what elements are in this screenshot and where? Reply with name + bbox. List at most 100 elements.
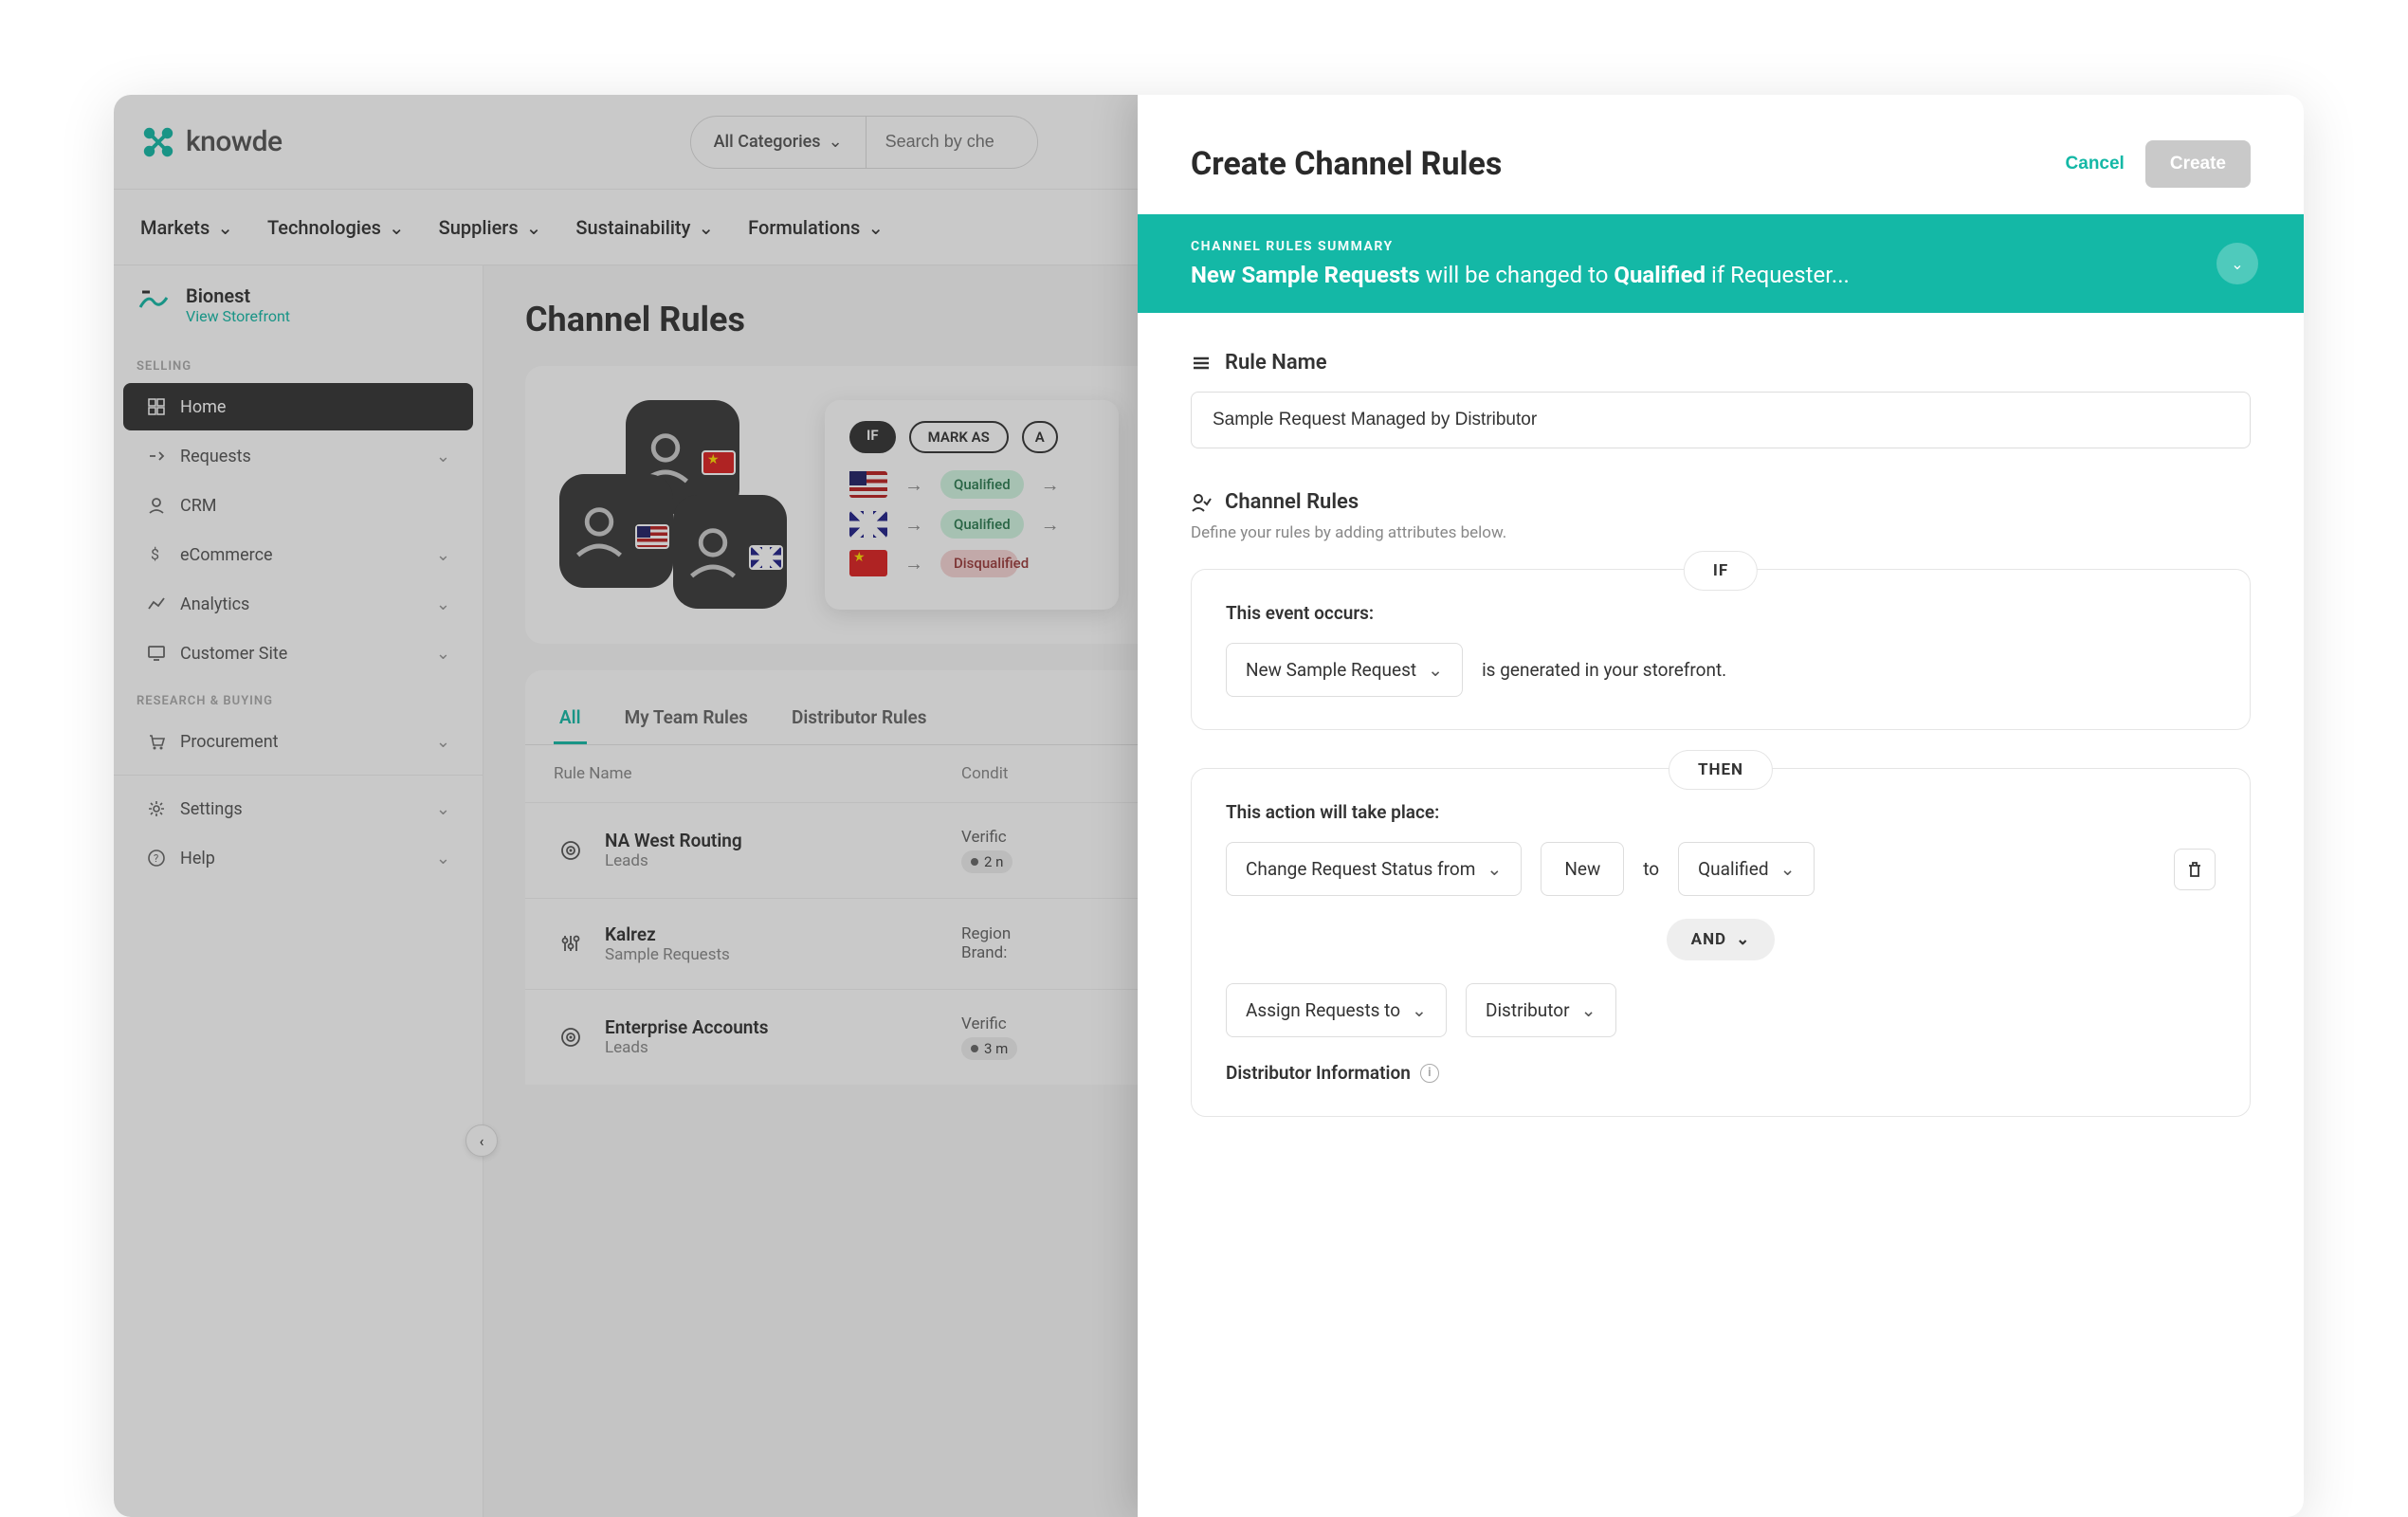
view-storefront-link[interactable]: View Storefront	[186, 307, 290, 325]
rule-sub: Sample Requests	[605, 945, 730, 964]
chevron-down-icon: ⌄	[1581, 999, 1596, 1021]
chevron-down-icon: ⌄	[1780, 858, 1796, 880]
sidebar-item-label: Requests	[180, 447, 251, 466]
summary-toggle-button[interactable]: ⌄	[2216, 243, 2258, 284]
to-status-dropdown[interactable]: Qualified ⌄	[1678, 842, 1815, 896]
chip-mark-as: MARK AS	[909, 421, 1009, 453]
logo[interactable]: knowde	[140, 124, 283, 160]
from-status-value: New	[1564, 858, 1600, 880]
chevron-down-icon: ⌄	[698, 216, 714, 239]
rule-cond: Verific	[961, 828, 1012, 847]
chip-a: A	[1022, 421, 1058, 453]
chevron-down-icon: ⌄	[1736, 930, 1750, 949]
categories-dropdown[interactable]: All Categories ⌄	[691, 117, 867, 168]
sidebar-item-requests[interactable]: Requests ⌄	[123, 432, 473, 480]
sidebar-item-label: Customer Site	[180, 644, 287, 664]
action-dropdown[interactable]: Change Request Status from ⌄	[1226, 842, 1522, 896]
sidebar: Bionest View Storefront SELLING Home Req…	[114, 265, 483, 1517]
nav-sustainability[interactable]: Sustainability⌄	[575, 216, 714, 239]
sidebar-item-crm[interactable]: CRM	[123, 482, 473, 529]
rule-name: NA West Routing	[605, 830, 742, 851]
summary-label: CHANNEL RULES SUMMARY	[1191, 239, 2251, 254]
rule-name-input[interactable]	[1191, 392, 2251, 448]
if-label: This event occurs:	[1226, 602, 2216, 624]
col-rule-name: Rule Name	[554, 764, 961, 783]
event-dropdown[interactable]: New Sample Request ⌄	[1226, 643, 1463, 697]
hero-avatars	[559, 400, 787, 609]
then-rule-box: THEN This action will take place: Change…	[1191, 768, 2251, 1117]
sidebar-item-help[interactable]: ? Help ⌄	[123, 834, 473, 882]
chevron-down-icon: ⌄	[2231, 255, 2243, 273]
distributor-info-heading: Distributor Information i	[1226, 1062, 2216, 1084]
sidebar-collapse-button[interactable]: ‹	[465, 1124, 498, 1157]
search-input[interactable]	[867, 132, 1037, 152]
rule-name: Enterprise Accounts	[605, 1016, 769, 1038]
crm-icon	[146, 495, 167, 516]
nav-formulations[interactable]: Formulations⌄	[748, 216, 884, 239]
home-icon	[146, 396, 167, 417]
chevron-down-icon: ⌄	[1428, 659, 1443, 681]
tab-distributor-rules[interactable]: Distributor Rules	[786, 693, 933, 744]
sidebar-item-settings[interactable]: Settings ⌄	[123, 785, 473, 832]
then-label: This action will take place:	[1226, 801, 2216, 823]
flag-us-icon	[849, 471, 887, 498]
rule-cond: Region	[961, 924, 1011, 943]
tab-my-team-rules[interactable]: My Team Rules	[619, 693, 754, 744]
sidebar-item-label: Home	[180, 397, 226, 417]
cart-icon	[146, 731, 167, 752]
chevron-down-icon: ⌄	[436, 545, 450, 565]
chip-if: IF	[849, 421, 896, 453]
requests-icon	[146, 446, 167, 466]
chevron-down-icon: ⌄	[436, 447, 450, 466]
col-conditions: Condit	[961, 764, 1008, 783]
chevron-down-icon: ⌄	[217, 216, 233, 239]
tenant-name: Bionest	[186, 284, 290, 307]
logo-icon	[140, 124, 176, 160]
sidebar-item-customer-site[interactable]: Customer Site ⌄	[123, 630, 473, 677]
assign-target-dropdown[interactable]: Distributor ⌄	[1466, 983, 1616, 1037]
and-connector[interactable]: AND ⌄	[1667, 919, 1776, 960]
create-button[interactable]: Create	[2145, 140, 2251, 188]
drawer-title: Create Channel Rules	[1191, 145, 1502, 183]
rule-name-heading: Rule Name	[1191, 351, 2251, 375]
sidebar-item-ecommerce[interactable]: $ eCommerce ⌄	[123, 531, 473, 578]
flag-uk-icon	[749, 545, 783, 570]
logo-text: knowde	[186, 125, 283, 158]
rule-sub: Leads	[605, 1038, 769, 1057]
from-status-box: New	[1541, 842, 1624, 896]
target-icon	[554, 1020, 588, 1054]
channel-rules-heading: Channel Rules	[1191, 490, 2251, 514]
cancel-button[interactable]: Cancel	[2066, 154, 2125, 174]
sidebar-item-analytics[interactable]: Analytics ⌄	[123, 580, 473, 628]
chevron-down-icon: ⌄	[436, 594, 450, 614]
rules-preview-card: IF MARK AS A → Qualified → → Qualified	[825, 400, 1119, 610]
monitor-icon	[146, 643, 167, 664]
if-suffix: is generated in your storefront.	[1482, 659, 1726, 681]
chevron-down-icon: ⌄	[389, 216, 405, 239]
then-tag: THEN	[1669, 750, 1773, 790]
list-icon	[1191, 353, 1212, 374]
sidebar-item-label: Settings	[180, 799, 243, 819]
rule-name: Kalrez	[605, 923, 730, 945]
if-tag: IF	[1684, 551, 1758, 591]
rule-cond: Verific	[961, 1014, 1017, 1033]
chevron-down-icon: ⌄	[436, 644, 450, 664]
delete-action-button[interactable]	[2174, 849, 2216, 890]
help-icon: ?	[146, 848, 167, 868]
target-icon	[554, 833, 588, 868]
info-icon[interactable]: i	[1420, 1064, 1439, 1083]
nav-suppliers[interactable]: Suppliers⌄	[439, 216, 542, 239]
sidebar-item-home[interactable]: Home	[123, 383, 473, 430]
sidebar-section-selling: SELLING	[114, 344, 483, 381]
nav-markets[interactable]: Markets⌄	[140, 216, 233, 239]
assign-action-dropdown[interactable]: Assign Requests to ⌄	[1226, 983, 1447, 1037]
rule-cond: Brand:	[961, 943, 1011, 962]
nav-technologies[interactable]: Technologies⌄	[267, 216, 405, 239]
flag-cn-icon	[702, 450, 736, 475]
status-disqualified: Disqualified	[940, 550, 1018, 577]
summary-banner: CHANNEL RULES SUMMARY New Sample Request…	[1138, 214, 2304, 313]
summary-text: New Sample Requests will be changed to Q…	[1191, 262, 2251, 288]
chevron-down-icon: ⌄	[436, 849, 450, 868]
sidebar-item-procurement[interactable]: Procurement ⌄	[123, 718, 473, 765]
tab-all[interactable]: All	[554, 693, 587, 744]
